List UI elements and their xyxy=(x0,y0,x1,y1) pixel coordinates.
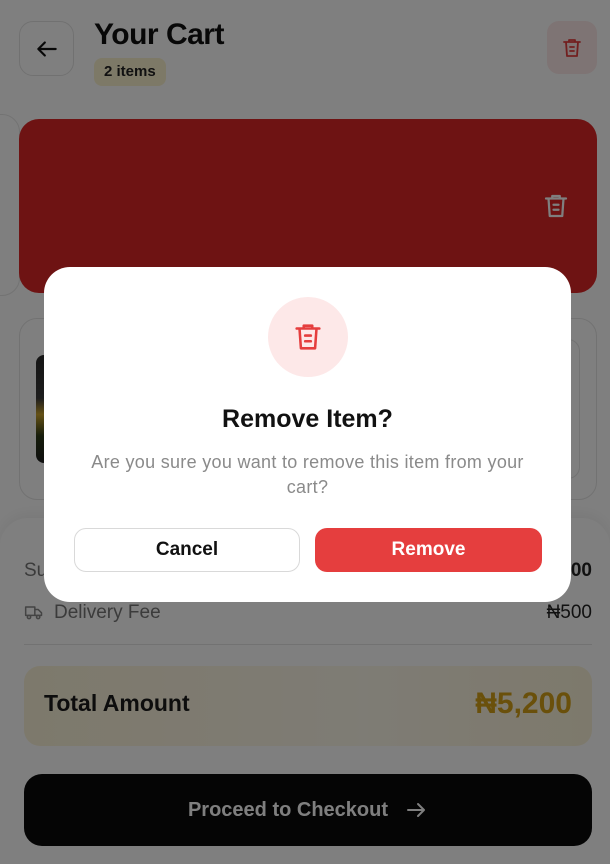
trash-icon xyxy=(295,324,321,350)
dialog-icon-circle xyxy=(268,297,348,377)
dialog-title: Remove Item? xyxy=(222,405,393,433)
dialog-message: Are you sure you want to remove this ite… xyxy=(91,452,524,497)
remove-button[interactable]: Remove xyxy=(315,528,542,572)
remove-item-dialog: Remove Item? Are you sure you want to re… xyxy=(44,267,571,602)
cancel-button[interactable]: Cancel xyxy=(74,528,300,572)
